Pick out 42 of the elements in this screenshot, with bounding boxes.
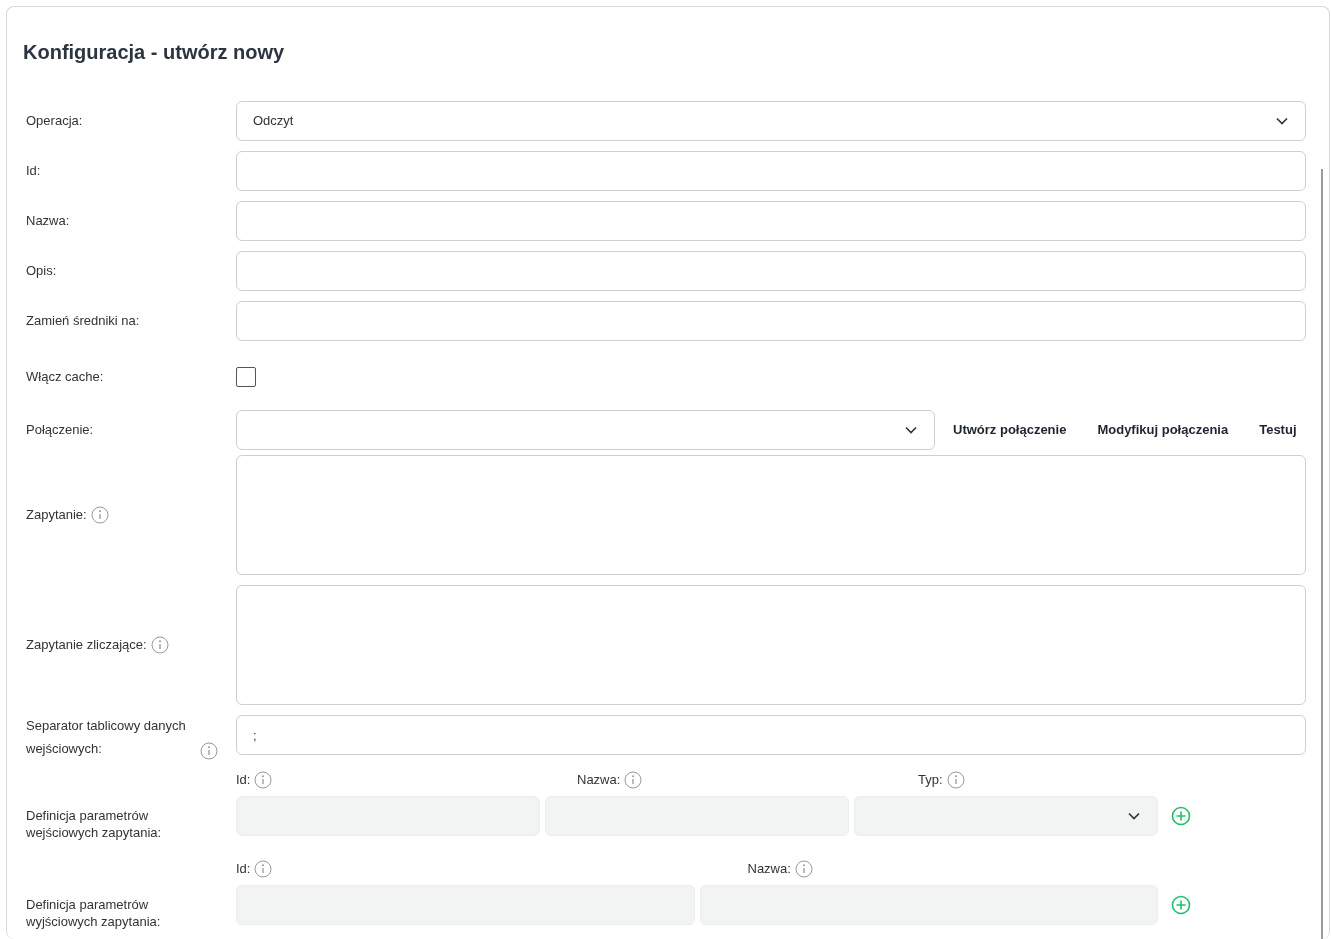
field-label: Zapytanie: [26, 506, 87, 525]
column-label: Nazwa: [577, 771, 621, 790]
field-label: Definicja parametrów wejściowych zapytania: [26, 807, 163, 841]
info-icon[interactable] [200, 742, 218, 760]
link-button[interactable]: Utwórz połączenie [953, 420, 1067, 440]
text-area[interactable] [236, 585, 1306, 705]
field-label: Zamień średniki na: [26, 312, 140, 331]
info-icon[interactable] [254, 771, 273, 789]
scrollbar[interactable] [1321, 169, 1323, 939]
select-field[interactable]: Odczyt [236, 101, 1306, 141]
info-icon[interactable] [254, 860, 273, 878]
form-title: Konfiguracja - utwórz nowy [23, 40, 286, 65]
field-label: Separator tablicowy danych wejściowych: [26, 717, 187, 758]
field-label: Nazwa: [26, 212, 70, 231]
column-label: Typ: [918, 771, 943, 790]
field-label: Włącz cache: [26, 368, 104, 387]
text-area[interactable] [236, 455, 1306, 575]
add-icon[interactable] [1171, 806, 1191, 826]
field-label: Definicja parametrów wyjściowych zapytania: [26, 896, 162, 930]
info-icon[interactable] [90, 506, 109, 524]
info-icon[interactable] [794, 860, 813, 878]
link-button[interactable]: Modyfikuj połączenia [1097, 420, 1229, 440]
field-label: Opis: [26, 262, 57, 281]
column-label: Nazwa: [747, 860, 791, 879]
field-label: Operacja: [26, 112, 83, 131]
input-field[interactable] [236, 201, 1306, 241]
column-label: Id: [236, 860, 251, 879]
field-label: Zapytanie zliczające: [26, 636, 147, 655]
info-icon[interactable] [150, 636, 169, 654]
field-label: Połączenie: [26, 421, 94, 440]
column-label: Id: [236, 771, 251, 790]
select-field[interactable] [236, 410, 935, 450]
input-field[interactable] [236, 301, 1306, 341]
info-icon[interactable] [624, 771, 643, 789]
input-field[interactable] [236, 151, 1306, 191]
add-icon[interactable] [1171, 895, 1191, 915]
input-field[interactable]: ; [236, 715, 1306, 755]
info-icon[interactable] [946, 771, 965, 789]
checkbox[interactable] [236, 367, 256, 387]
link-button[interactable]: Testuj [1259, 420, 1297, 440]
input-field[interactable] [236, 251, 1306, 291]
field-label: Id: [26, 162, 41, 181]
